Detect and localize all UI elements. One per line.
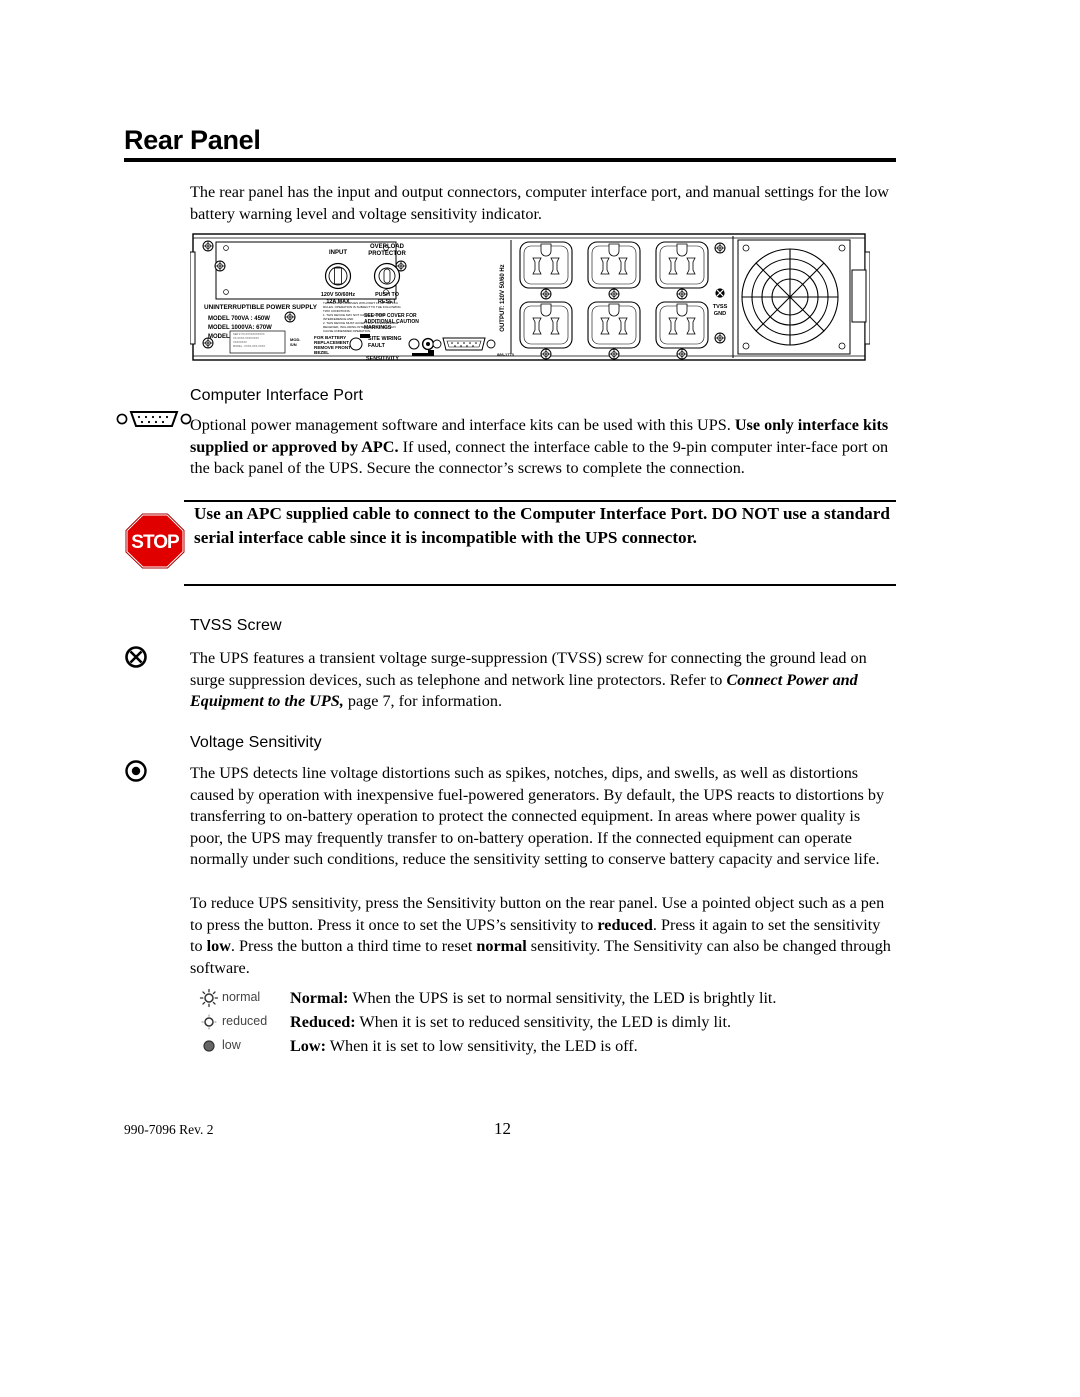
circle-dot-icon [124,759,148,783]
svg-text:SER # XX-XXXXXXXXXXX: SER # XX-XXXXXXXXXXX [233,332,265,336]
led-bright-icon [196,986,222,1008]
legend-label-reduced: reduced [222,1014,268,1028]
title-rule [124,158,896,163]
stop-warning-text: Use an APC supplied cable to connect to … [194,504,890,547]
svg-text:OUTPUT: 120V 50/60 Hz: OUTPUT: 120V 50/60 Hz [500,264,506,331]
svg-text:OVERLOAD: OVERLOAD [370,244,405,250]
svg-text:MODEL 1000VA: 670W: MODEL 1000VA: 670W [208,325,272,331]
vs2-part3: . Press the button a third time to reset [230,937,477,955]
computer-interface-paragraph: Optional power management software and i… [190,415,896,480]
svg-text:PUSH TO: PUSH TO [375,292,399,298]
legend-desc-normal: When the UPS is set to normal sensitivit… [348,989,777,1007]
legend-label-low: low [222,1038,241,1052]
voltage-sensitivity-paragraph-2: To reduce UPS sensitivity, press the Sen… [190,893,896,979]
svg-text:INPUT: INPUT [329,250,347,256]
legend-desc-low: When it is set to low sensitivity, the L… [325,1037,638,1055]
tvss-text-part2: page 7, for information. [343,692,503,710]
svg-text:MARKINGS: MARKINGS [364,325,392,331]
voltage-sensitivity-paragraph-1: The UPS detects line voltage distortions… [190,764,885,868]
intro-paragraph-block: The rear panel has the input and output … [190,182,896,225]
voltage-sensitivity-heading: Voltage Sensitivity [190,734,322,751]
svg-text:SITE WIRING: SITE WIRING [368,336,402,342]
led-legend: normal Normal: When the UPS is set to no… [196,986,896,1058]
stop-warning-block: STOP Use an APC supplied cable to connec… [124,500,896,586]
svg-text:PROTECTOR: PROTECTOR [368,251,406,257]
svg-text:MODEL 700VA : 450W: MODEL 700VA : 450W [208,316,270,322]
legend-row-normal: normal Normal: When the UPS is set to no… [196,986,896,1010]
stop-sign-label: STOP [131,532,180,553]
svg-text:SENSITIVITY: SENSITIVITY [366,356,399,362]
legend-bold-normal: Normal: [290,989,349,1007]
voltage-sensitivity-paragraph-2-block: To reduce UPS sensitivity, press the Sen… [190,893,896,979]
svg-text:S/N: S/N [290,342,297,347]
led-off-icon [196,1034,222,1056]
stop-rule-bottom [184,584,896,586]
legend-label-normal: normal [222,990,261,1004]
legend-row-reduced: reduced Reduced: When it is set to reduc… [196,1010,896,1034]
legend-text-reduced: Reduced: When it is set to reduced sensi… [290,1010,731,1033]
legend-desc-reduced: When it is set to reduced sensitivity, t… [355,1013,732,1031]
tvss-section: TVSS Screw [190,615,896,637]
intro-paragraph: The rear panel has the input and output … [190,183,889,223]
svg-text:RESET: RESET [378,299,397,305]
page-title-block: Rear Panel [124,125,896,163]
svg-text:FAULT: FAULT [368,343,386,349]
voltage-sensitivity-paragraph-1-block: The UPS detects line voltage distortions… [190,763,896,871]
legend-text-low: Low: When it is set to low sensitivity, … [290,1034,638,1057]
tvss-heading: TVSS Screw [190,617,282,634]
svg-text:GND: GND [714,311,726,317]
footer-page-number: 12 [494,1119,511,1138]
svg-text:886-1773: 886-1773 [497,352,515,357]
vs2-bold-reduced: reduced [597,915,653,934]
tvss-paragraph-block: The UPS features a transient voltage sur… [190,648,896,713]
computer-interface-paragraph-block: Optional power management software and i… [190,415,896,480]
legend-text-normal: Normal: When the UPS is set to normal se… [290,986,776,1009]
computer-interface-heading: Computer Interface Port [190,387,364,404]
vs2-bold-normal: normal [476,937,527,955]
legend-bold-low: Low: [290,1037,326,1055]
legend-row-low: low Low: When it is set to low sensitivi… [196,1034,896,1058]
legend-bold-reduced: Reduced: [290,1013,356,1031]
svg-text:120V 50/60Hz: 120V 50/60Hz [321,292,355,298]
db9-connector-icon [116,407,192,431]
page-title: Rear Panel [124,125,261,155]
vs2-bold-low: low [206,937,231,955]
svg-text:XXXXXXXX: XXXXXXXX [233,340,247,344]
voltage-sensitivity-section: Voltage Sensitivity [190,732,896,754]
svg-text:UNINTERRUPTIBLE POWER SUPPLY: UNINTERRUPTIBLE POWER SUPPLY [204,304,318,311]
svg-text:XX-XXXX-XXXXXXXX: XX-XXXX-XXXXXXXX [233,336,259,340]
svg-text:TVSS: TVSS [713,304,728,310]
svg-text:MODEL : XXXX-XXX-XXXX: MODEL : XXXX-XXX-XXXX [233,344,265,348]
computer-interface-section: Computer Interface Port [190,385,896,407]
ups-rear-panel-figure: UNINTERRUPTIBLE POWER SUPPLY MODEL 700VA… [190,230,870,365]
ci-text-part1: Optional power management software and i… [190,416,735,434]
document-page: Rear Panel The rear panel has the input … [0,0,1080,1397]
svg-text:12A MAX: 12A MAX [326,299,350,305]
footer-document-id: 990-7096 Rev. 2 [124,1122,214,1137]
stop-sign-icon: STOP [124,512,186,570]
led-dim-icon [196,1010,222,1032]
circle-x-icon [124,645,148,669]
svg-text:BEZEL: BEZEL [314,350,329,355]
tvss-paragraph: The UPS features a transient voltage sur… [190,648,896,713]
